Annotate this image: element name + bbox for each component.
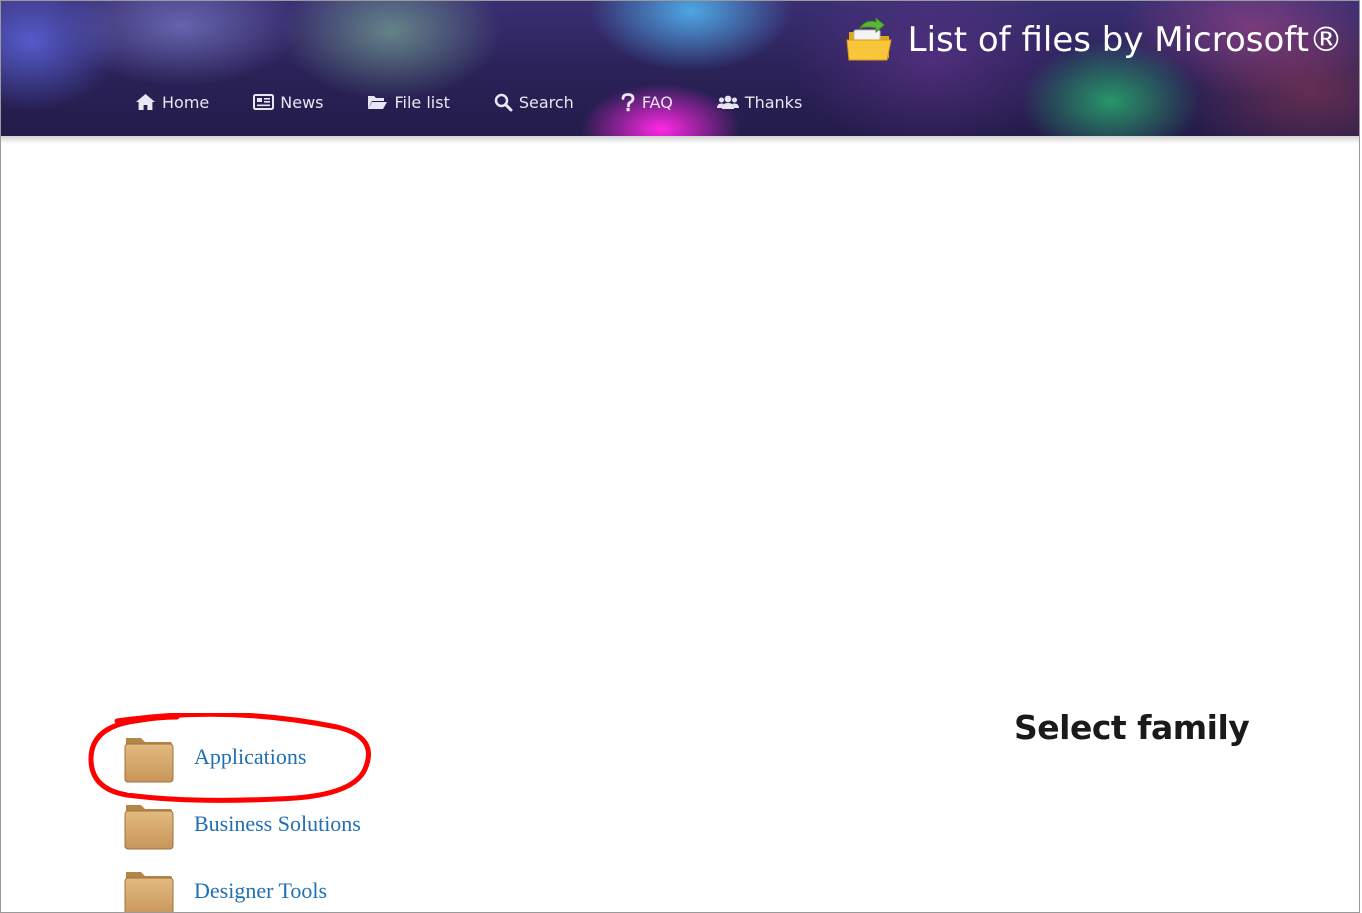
family-link-applications[interactable]: Applications	[194, 744, 306, 770]
newspaper-icon	[253, 94, 275, 110]
nav-search[interactable]: Search	[494, 93, 574, 112]
header-divider	[1, 136, 1359, 144]
page-heading: Select family	[1014, 708, 1250, 748]
nav-file-list[interactable]: File list	[367, 92, 450, 112]
folder-icon	[124, 872, 174, 912]
nav-home[interactable]: Home	[135, 93, 209, 112]
nav-label: Thanks	[744, 92, 803, 112]
browser-viewport: List of files by Microsoft® Home News Fi…	[0, 0, 1360, 913]
nav-label: Home	[162, 92, 210, 112]
folder-icon	[124, 738, 174, 783]
folder-download-icon	[846, 18, 892, 61]
site-brand[interactable]: List of files by Microsoft®	[846, 17, 1343, 63]
nav-label: FAQ	[641, 92, 673, 112]
nav-label: News	[280, 92, 324, 112]
folder-open-icon	[368, 96, 388, 109]
list-item[interactable]: Applications	[124, 734, 306, 784]
nav-label: Search	[518, 92, 574, 112]
list-item[interactable]: Business Solutions	[124, 801, 361, 851]
family-link-designer-tools[interactable]: Designer Tools	[194, 878, 327, 904]
users-icon	[716, 95, 739, 109]
folder-icon	[124, 805, 174, 850]
search-icon	[494, 93, 513, 111]
question-icon	[621, 92, 635, 111]
list-item[interactable]: Designer Tools	[124, 868, 327, 912]
home-icon	[136, 94, 155, 110]
nav-faq[interactable]: FAQ	[620, 93, 673, 112]
site-title: List of files by Microsoft®	[907, 20, 1343, 60]
site-header: List of files by Microsoft® Home News Fi…	[1, 1, 1359, 136]
nav-label: File list	[394, 92, 450, 112]
nav-news[interactable]: News	[253, 93, 323, 112]
nav-thanks[interactable]: Thanks	[716, 92, 803, 112]
family-link-business-solutions[interactable]: Business Solutions	[194, 811, 361, 837]
main-nav: Home News File list Search FAQ Thanks	[135, 87, 802, 117]
